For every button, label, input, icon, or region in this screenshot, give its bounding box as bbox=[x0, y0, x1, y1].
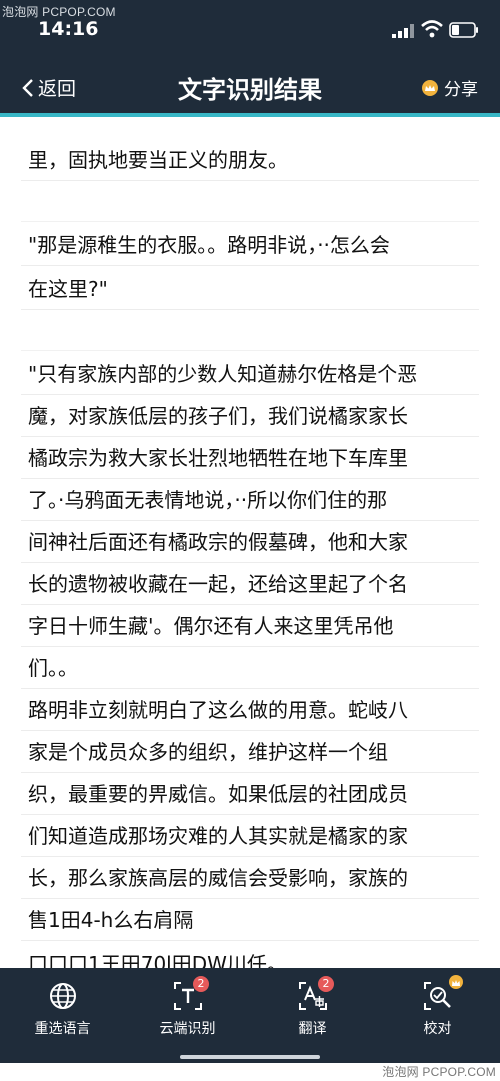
text-line[interactable]: 魔，对家族低层的孩子们，我们说橘家家长 bbox=[21, 396, 479, 437]
bottom-toolbar: 重选语言 2 云端识别 2 翻译 校对 bbox=[0, 968, 500, 1063]
crown-icon bbox=[422, 79, 438, 96]
text-line[interactable]: 橘政宗为救大家长壮烈地牺牲在地下车库里 bbox=[21, 438, 479, 479]
text-line[interactable]: 售1田4-h么右肩隔 bbox=[21, 900, 479, 941]
watermark-bottom: 泡泡网 PCPOP.COM bbox=[382, 1065, 496, 1079]
text-line[interactable]: 长的遗物被收藏在一起，还给这里起了个名 bbox=[21, 564, 479, 605]
recognized-text-area[interactable]: 里，固执地要当正义的朋友。 "那是源稚生的衣服。。路明非说，··怎么会 在这里?… bbox=[0, 117, 500, 968]
text-line[interactable]: "那是源稚生的衣服。。路明非说，··怎么会 bbox=[21, 225, 479, 266]
share-button[interactable]: 分享 bbox=[422, 75, 478, 100]
tab-label: 翻译 bbox=[298, 1021, 327, 1037]
text-line[interactable]: 织，最重要的畀威信。如果低层的社团成员 bbox=[21, 774, 479, 815]
tab-reselect-language[interactable]: 重选语言 bbox=[0, 968, 125, 1063]
crown-icon bbox=[449, 975, 463, 989]
share-label: 分享 bbox=[444, 80, 478, 100]
text-line[interactable]: 间神社后面还有橘政宗的假墓碑，他和大家 bbox=[21, 522, 479, 563]
text-line[interactable]: 路明非立刻就明白了这么做的用意。蛇岐八 bbox=[21, 690, 479, 731]
tab-label: 重选语言 bbox=[34, 1021, 91, 1037]
notification-badge: 2 bbox=[193, 976, 209, 992]
tab-label: 校对 bbox=[423, 1021, 452, 1037]
wifi-icon bbox=[421, 20, 443, 38]
text-line[interactable]: "只有家族内部的少数人知道赫尔佐格是个恶 bbox=[21, 354, 479, 395]
text-line[interactable] bbox=[21, 310, 479, 351]
battery-icon bbox=[449, 22, 478, 38]
text-line[interactable]: 口口口1王田70l田DW川任。 bbox=[21, 944, 479, 968]
text-line[interactable]: 家是个成员众多的组织，维护这样一个组 bbox=[21, 732, 479, 773]
tab-proofread[interactable]: 校对 bbox=[375, 968, 500, 1063]
signal-icon bbox=[392, 24, 414, 38]
tab-label: 云端识别 bbox=[159, 1021, 216, 1037]
home-indicator bbox=[180, 1055, 320, 1059]
text-line[interactable]: 字日十师生藏'。偶尔还有人来这里凭吊他 bbox=[21, 606, 479, 647]
navigation-bar: 返回 文字识别结果 分享 bbox=[0, 62, 500, 112]
text-line[interactable]: 们知道造成那场灾难的人其实就是橘家的家 bbox=[21, 816, 479, 857]
text-line[interactable]: 长，那么家族高层的威信会受影响，家族的 bbox=[21, 858, 479, 899]
text-line[interactable] bbox=[21, 181, 479, 222]
globe-icon bbox=[49, 983, 76, 1009]
text-line[interactable]: 里，固执地要当正义的朋友。 bbox=[21, 140, 479, 181]
tab-translate[interactable]: 2 翻译 bbox=[250, 968, 375, 1063]
status-time: 14:16 bbox=[38, 18, 99, 40]
text-line[interactable]: 们。。 bbox=[21, 648, 479, 689]
tab-cloud-recognize[interactable]: 2 云端识别 bbox=[125, 968, 250, 1063]
notification-badge: 2 bbox=[318, 976, 334, 992]
text-line[interactable]: 在这里?" bbox=[21, 269, 479, 310]
text-line[interactable]: 了。·乌鸦面无表情地说，··所以你们住的那 bbox=[21, 480, 479, 521]
